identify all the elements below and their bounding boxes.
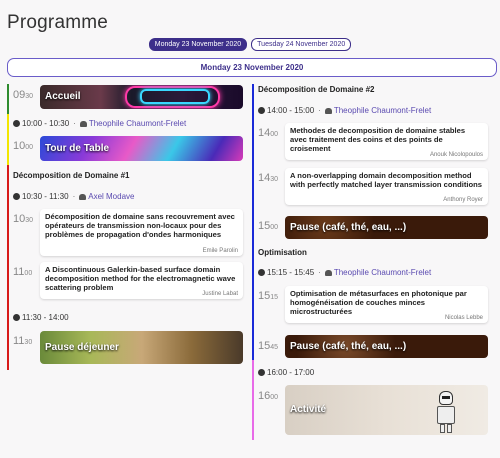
event-pause-dejeuner[interactable]: Pause déjeuner — [40, 331, 243, 364]
time-tour: 1000 — [13, 140, 34, 152]
talk-speaker: Nicolas Lebbe — [444, 315, 483, 321]
clock-icon — [258, 269, 265, 276]
talk-speaker: Emile Parolin — [202, 248, 238, 254]
timeline-bar-yellow — [7, 114, 9, 165]
talk-card[interactable]: A Discontinuous Galerkin-based surface d… — [40, 262, 243, 299]
person-icon — [79, 194, 87, 200]
time-pause2: 1545 — [258, 340, 279, 352]
event-accueil[interactable]: Accueil — [40, 85, 243, 109]
time-activite: 1600 — [258, 390, 279, 402]
talk-card[interactable]: Optimisation de métasurfaces en photoniq… — [285, 286, 488, 323]
talk-speaker: Justine Labat — [202, 291, 238, 297]
tab-tuesday[interactable]: Tuesday 24 November 2020 — [251, 38, 352, 51]
event-activite[interactable]: Activité — [285, 385, 488, 435]
event-lunch-label: Pause déjeuner — [45, 342, 119, 353]
session-title-optimisation: Optimisation — [258, 248, 307, 257]
timeline-bar-pink — [252, 360, 254, 440]
event-pause-cafe[interactable]: Pause (café, thé, eau, ...) — [285, 335, 488, 358]
talk-title: Optimisation de métasurfaces en photoniq… — [290, 289, 467, 316]
session-dd2-meta: 14:00 - 15:00 · Theophile Chaumont-Frelet — [258, 106, 431, 115]
session-dd1-meta: 10:30 - 11:30 · Axel Modave — [13, 192, 134, 201]
clock-icon — [13, 120, 20, 127]
time-talk3: 1400 — [258, 127, 279, 139]
talk-speaker: Anthony Royer — [443, 197, 483, 203]
slot-11h30: 11:30 - 14:00 — [13, 313, 69, 322]
talk-title: A Discontinuous Galerkin-based surface d… — [45, 265, 236, 292]
day-tabs: Monday 23 November 2020 Tuesday 24 Novem… — [0, 38, 500, 51]
person-icon — [79, 121, 87, 127]
event-accueil-label: Accueil — [45, 91, 81, 102]
event-pause-cafe[interactable]: Pause (café, thé, eau, ...) — [285, 216, 488, 239]
time-accueil: 0930 — [13, 89, 34, 101]
time-talk5: 1515 — [258, 290, 279, 302]
talk-title: Methodes de decomposition de domaine sta… — [290, 126, 466, 153]
day-header: Monday 23 November 2020 — [7, 58, 497, 77]
tab-monday[interactable]: Monday 23 November 2020 — [148, 38, 248, 51]
chair-name[interactable]: Theophile Chaumont-Frelet — [334, 268, 431, 277]
timeline-bar-red — [7, 165, 9, 370]
clock-icon — [258, 369, 265, 376]
clock-icon — [13, 193, 20, 200]
time-talk1: 1030 — [13, 213, 34, 225]
event-tour-label: Tour de Table — [45, 143, 110, 154]
talk-card[interactable]: Décomposition de domaine sans recouvreme… — [40, 209, 243, 256]
talk-title: A non-overlapping domain decomposition m… — [290, 171, 483, 189]
time-lunch: 1130 — [13, 335, 33, 347]
chair-name[interactable]: Axel Modave — [88, 192, 134, 201]
talk-speaker: Anouk Nicolopoulos — [429, 152, 483, 158]
timeline-bar-blue — [252, 84, 254, 360]
clock-icon — [258, 107, 265, 114]
time-talk2: 1100 — [13, 266, 33, 278]
event-activite-label: Activité — [290, 404, 327, 415]
slot-10h: 10:00 - 10:30 · Theophile Chaumont-Frelet — [13, 119, 186, 128]
session-title-dd2: Décomposition de Domaine #2 — [258, 85, 375, 94]
time-pause1: 1500 — [258, 220, 279, 232]
talk-card[interactable]: A non-overlapping domain decomposition m… — [285, 168, 488, 205]
clock-icon — [13, 314, 20, 321]
figurine-image — [435, 391, 457, 433]
timeline-bar-green — [7, 84, 9, 114]
page-title: Programme — [7, 12, 109, 33]
chair-name[interactable]: Theophile Chaumont-Frelet — [89, 119, 186, 128]
session-opt-meta: 15:15 - 15:45 · Theophile Chaumont-Frelet — [258, 268, 431, 277]
time-talk4: 1430 — [258, 172, 279, 184]
event-pause2-label: Pause (café, thé, eau, ...) — [290, 341, 407, 352]
neon-open-inner — [140, 89, 210, 104]
person-icon — [324, 270, 332, 276]
event-pause1-label: Pause (café, thé, eau, ...) — [290, 222, 407, 233]
session-title-dd1: Décomposition de Domaine #1 — [13, 171, 130, 180]
talk-title: Décomposition de domaine sans recouvreme… — [45, 212, 235, 239]
slot-16h: 16:00 - 17:00 — [258, 368, 314, 377]
chair-name[interactable]: Theophile Chaumont-Frelet — [334, 106, 431, 115]
person-icon — [324, 108, 332, 114]
talk-card[interactable]: Methodes de decomposition de domaine sta… — [285, 123, 488, 160]
event-tour-de-table[interactable]: Tour de Table — [40, 136, 243, 161]
